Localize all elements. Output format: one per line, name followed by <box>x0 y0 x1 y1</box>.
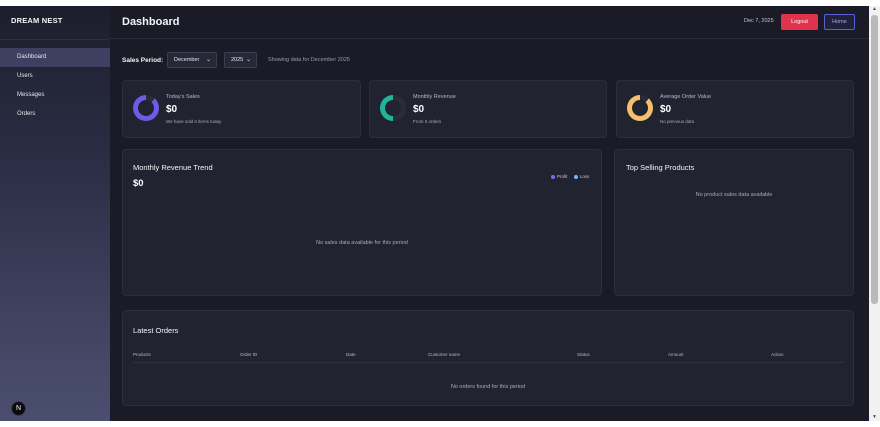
year-select[interactable]: 2025 ⌄ <box>224 52 257 68</box>
chevron-down-icon: ⌄ <box>245 57 251 63</box>
stat-value: $0 <box>660 104 672 115</box>
brand-logo: DREAM NEST <box>11 16 63 25</box>
legend-item-loss[interactable]: Loss <box>573 174 590 179</box>
table-header-divider <box>133 362 845 363</box>
scrollbar-thumb[interactable] <box>871 15 878 304</box>
empty-state-text: No sales data available for this period <box>316 240 408 246</box>
sidebar: DREAM NEST Dashboard Users Messages Orde… <box>0 6 110 421</box>
chevron-down-icon: ⌄ <box>205 57 211 63</box>
latest-orders-panel: Latest Orders Products Order ID Date Cus… <box>122 310 854 406</box>
stat-label: Today's Sales <box>166 94 200 100</box>
logout-button[interactable]: Logout <box>781 14 818 30</box>
current-date: Dec 7, 2025 <box>744 18 774 24</box>
sidebar-divider <box>0 39 110 40</box>
home-button[interactable]: Home <box>824 14 855 30</box>
stat-label: Average Order Value <box>660 94 712 100</box>
panel-title: Monthly Revenue Trend <box>133 163 213 172</box>
stat-value: $0 <box>413 104 425 115</box>
stat-card-todays-sales: Today's Sales $0 We have sold 0 items to… <box>122 80 361 138</box>
legend-dot-icon <box>551 174 555 179</box>
stat-card-average-order-value: Average Order Value $0 No previous data <box>616 80 854 138</box>
scroll-down-arrow-icon[interactable]: ▼ <box>871 414 878 421</box>
column-header-action: Action <box>771 352 784 357</box>
panel-title: Latest Orders <box>133 326 179 335</box>
nextjs-logo-icon[interactable]: N <box>11 401 26 416</box>
donut-ring-icon <box>133 95 159 121</box>
topbar: Dashboard Dec 7, 2025 Logout Home <box>110 6 869 39</box>
stat-subtext: No previous data <box>660 119 695 124</box>
donut-ring-icon <box>380 95 406 121</box>
stat-subtext: We have sold 0 items today <box>166 119 222 124</box>
revenue-trend-panel: Monthly Revenue Trend $0 Profit Loss No … <box>122 149 602 296</box>
sidebar-item-messages[interactable]: Messages <box>0 86 110 105</box>
period-description: Showing data for December 2025 <box>268 57 350 63</box>
vertical-scrollbar[interactable]: ▲ ▼ <box>869 6 880 421</box>
main-content: Dashboard Dec 7, 2025 Logout Home Sales … <box>110 6 869 421</box>
sidebar-item-users[interactable]: Users <box>0 67 110 86</box>
column-header-order-id: Order ID <box>240 352 258 357</box>
sales-period-label: Sales Period: <box>122 57 164 64</box>
legend-label: Loss <box>579 174 590 179</box>
column-header-date: Date <box>346 352 356 357</box>
year-select-value: 2025 <box>231 57 244 63</box>
column-header-customer-name: Customer name <box>428 352 461 357</box>
stat-subtext: From 0 orders <box>413 119 442 124</box>
top-selling-panel: Top Selling Products No product sales da… <box>614 149 854 296</box>
column-header-status: Status <box>577 352 590 357</box>
panel-title: Top Selling Products <box>626 163 695 172</box>
column-header-products: Products <box>133 352 151 357</box>
legend-item-profit[interactable]: Profit <box>551 174 568 179</box>
chart-legend: Profit Loss <box>551 174 594 179</box>
sidebar-item-orders[interactable]: Orders <box>0 105 110 124</box>
empty-state-text: No orders found for this period <box>450 384 526 390</box>
page-title: Dashboard <box>122 16 180 28</box>
sidebar-nav: Dashboard Users Messages Orders <box>0 48 110 124</box>
month-select-value: December <box>174 57 200 63</box>
stat-label: Monthly Revenue <box>413 94 456 100</box>
scroll-up-arrow-icon[interactable]: ▲ <box>871 6 878 13</box>
stat-value: $0 <box>166 104 178 115</box>
stat-card-monthly-revenue: Monthly Revenue $0 From 0 orders <box>369 80 607 138</box>
column-header-amount: Amount <box>668 352 684 357</box>
revenue-total: $0 <box>133 178 144 189</box>
sidebar-item-dashboard[interactable]: Dashboard <box>0 48 110 67</box>
donut-ring-icon <box>627 95 653 121</box>
empty-state-text: No product sales data available <box>695 192 773 198</box>
legend-dot-icon <box>573 174 578 179</box>
app-window: DREAM NEST Dashboard Users Messages Orde… <box>0 6 880 421</box>
legend-label: Profit <box>557 174 568 179</box>
month-select[interactable]: December ⌄ <box>167 52 217 68</box>
